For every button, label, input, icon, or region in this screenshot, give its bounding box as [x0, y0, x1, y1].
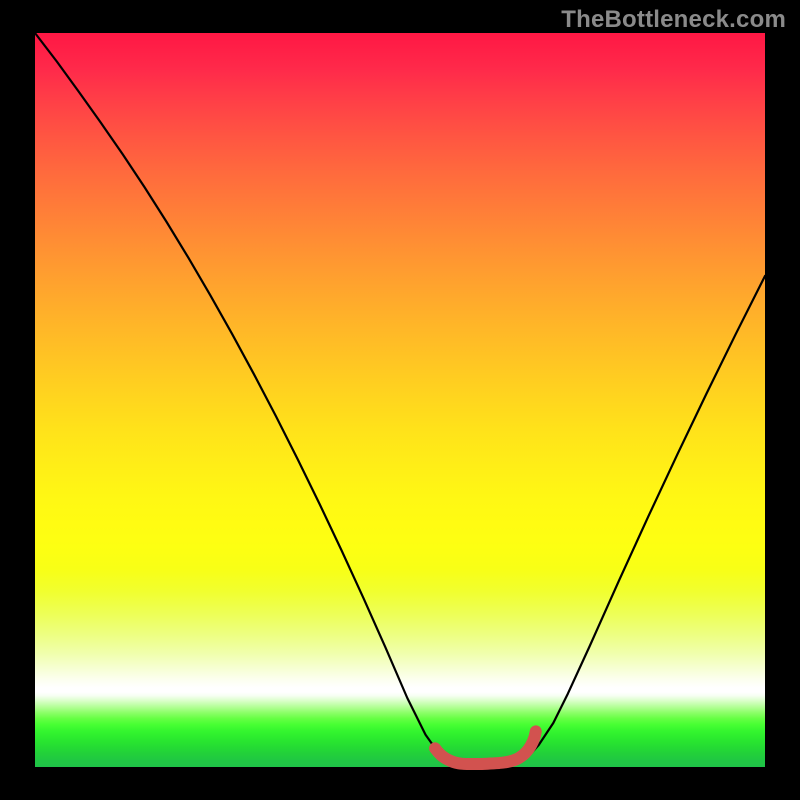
- chart-svg: [35, 33, 765, 767]
- bottleneck-curve: [35, 33, 765, 764]
- chart-frame: TheBottleneck.com: [0, 0, 800, 800]
- sweet-spot-band: [435, 731, 536, 764]
- watermark-text: TheBottleneck.com: [561, 6, 786, 34]
